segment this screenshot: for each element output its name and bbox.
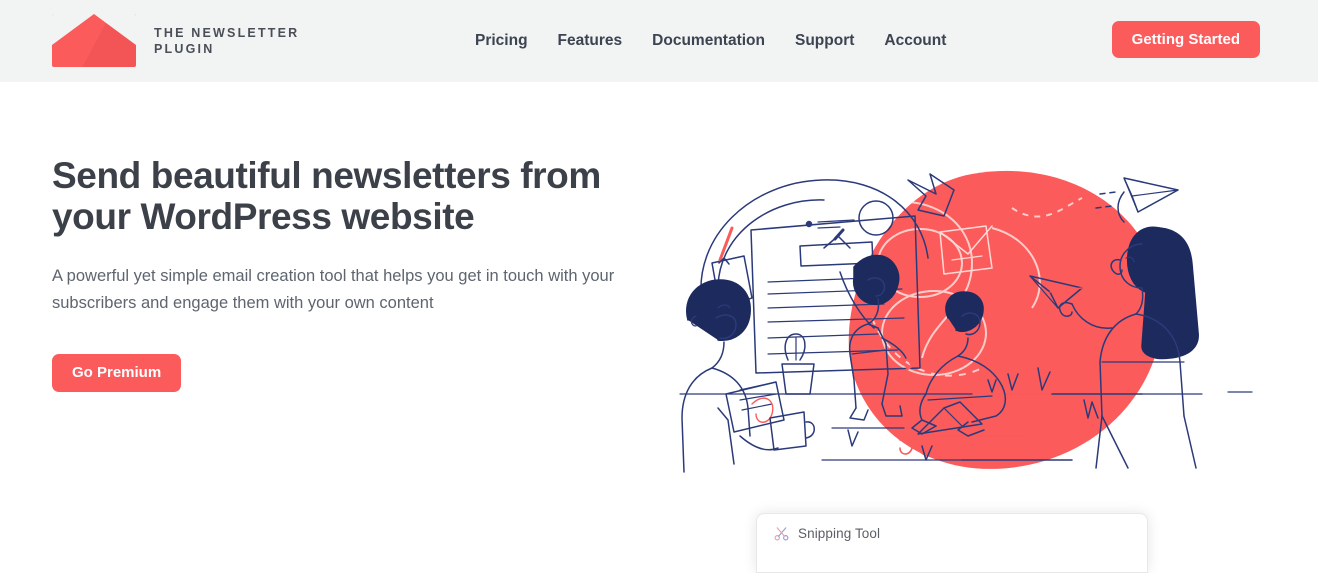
nav-item-account[interactable]: Account: [884, 32, 946, 50]
getting-started-button[interactable]: Getting Started: [1111, 21, 1260, 58]
brand-wordmark: THE NEWSLETTER PLUGIN: [154, 25, 299, 57]
primary-navigation: Pricing Features Documentation Support A…: [475, 0, 946, 82]
nav-item-documentation[interactable]: Documentation: [652, 32, 765, 50]
brand-line-1: THE NEWSLETTER: [154, 25, 300, 40]
snipping-tool-titlebar[interactable]: Snipping Tool: [757, 514, 1147, 542]
hero-section: Send beautiful newsletters from your Wor…: [52, 155, 667, 392]
go-premium-button[interactable]: Go Premium: [52, 353, 182, 392]
brand-line-2: PLUGIN: [154, 41, 215, 56]
envelope-icon: [52, 14, 136, 67]
brand-logo-link[interactable]: THE NEWSLETTER PLUGIN: [52, 14, 299, 67]
nav-item-pricing[interactable]: Pricing: [475, 32, 528, 50]
hero-subtitle: A powerful yet simple email creation too…: [52, 267, 615, 312]
site-header: THE NEWSLETTER PLUGIN Pricing Features D…: [0, 0, 1318, 82]
snipping-tool-window[interactable]: Snipping Tool: [756, 513, 1148, 573]
newsletter-team-illustration: [672, 168, 1262, 480]
hero-title: Send beautiful newsletters from your Wor…: [52, 155, 601, 238]
scissors-icon: [773, 525, 790, 542]
nav-item-support[interactable]: Support: [795, 32, 854, 50]
nav-item-features[interactable]: Features: [558, 32, 623, 50]
snipping-tool-title: Snipping Tool: [798, 526, 881, 541]
